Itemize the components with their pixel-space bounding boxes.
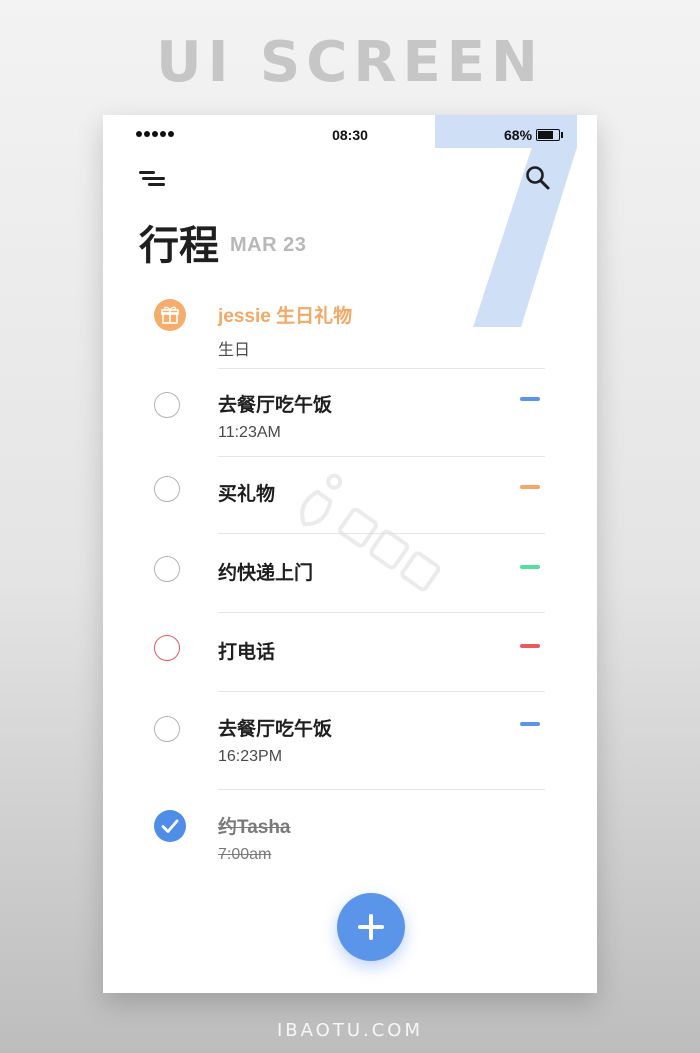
task-checkbox[interactable] — [154, 556, 180, 582]
banner-top-title: UI SCREEN — [156, 30, 544, 95]
task-row[interactable]: 去餐厅吃午饭 11:23AM — [103, 369, 597, 457]
priority-tag — [520, 722, 540, 726]
add-task-button[interactable] — [337, 893, 405, 961]
task-checkbox[interactable] — [154, 392, 180, 418]
status-bar: 08:30 68% — [103, 115, 597, 155]
battery-icon — [536, 129, 563, 141]
priority-tag — [520, 565, 540, 569]
priority-tag — [520, 485, 540, 489]
gift-icon[interactable] — [154, 299, 186, 331]
task-time: 11:23AM — [218, 424, 281, 441]
task-time: 7:00am — [218, 846, 272, 863]
search-icon[interactable] — [525, 165, 551, 191]
task-checkbox-urgent[interactable] — [154, 635, 180, 661]
page-title: 行程 — [139, 224, 219, 268]
page-date: MAR 23 — [230, 234, 307, 256]
task-row[interactable]: jessie 生日礼物 生日 — [103, 283, 597, 370]
priority-tag — [520, 644, 540, 648]
task-checkbox[interactable] — [154, 716, 180, 742]
menu-icon[interactable] — [139, 169, 165, 187]
watermark-logo — [300, 473, 441, 592]
task-row[interactable]: 去餐厅吃午饭 16:23PM — [103, 692, 597, 789]
check-icon[interactable] — [154, 810, 186, 842]
battery-percent: 68% — [504, 127, 533, 143]
task-time: 16:23PM — [218, 748, 283, 765]
task-title: 约Tasha — [218, 817, 291, 838]
task-title: 去餐厅吃午饭 — [218, 719, 333, 740]
task-title: 去餐厅吃午饭 — [218, 395, 333, 416]
priority-tag — [520, 397, 540, 401]
task-row[interactable]: 约Tasha 7:00am — [103, 790, 597, 878]
task-checkbox[interactable] — [154, 476, 180, 502]
task-subtitle: 生日 — [218, 342, 251, 359]
banner-bottom-title: IBAOTU.COM — [277, 1020, 423, 1041]
task-title: jessie 生日礼物 — [218, 306, 353, 327]
